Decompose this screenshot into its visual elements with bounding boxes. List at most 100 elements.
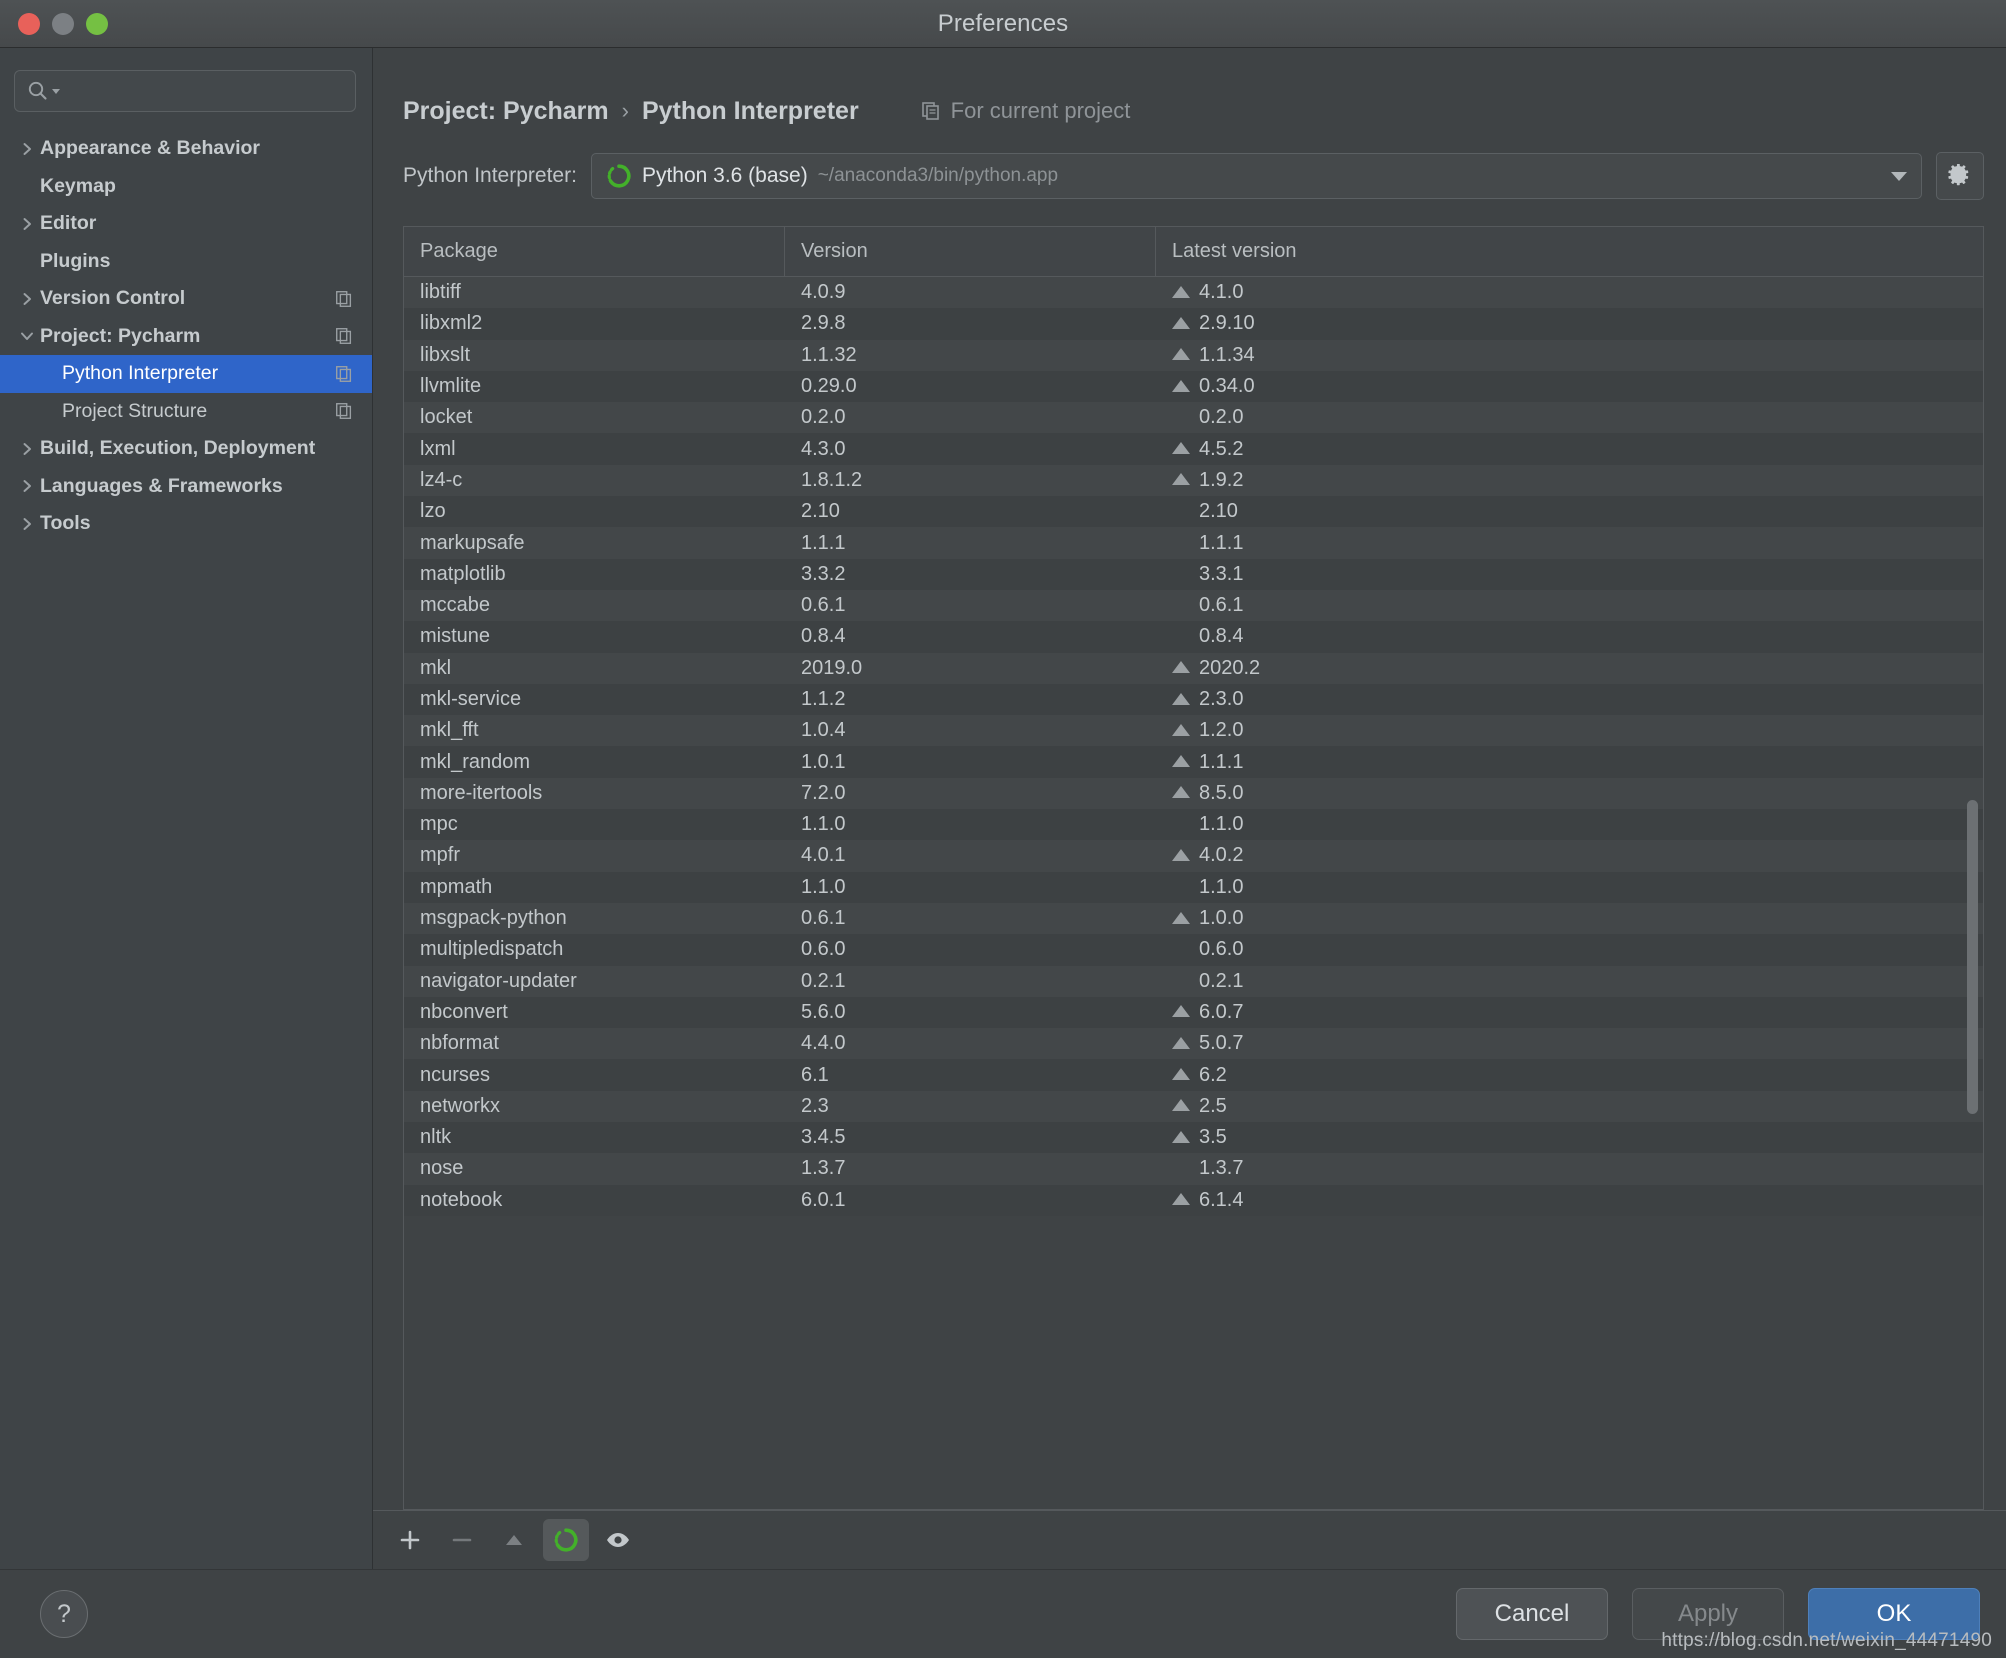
cell-latest-version: 2.3.0 bbox=[1156, 688, 1983, 711]
cell-package: mkl_random bbox=[420, 750, 531, 773]
sidebar-item-tools[interactable]: Tools bbox=[0, 505, 372, 543]
cell-package: lzo bbox=[420, 500, 446, 523]
zoom-button[interactable] bbox=[86, 12, 108, 35]
show-early-releases-button[interactable] bbox=[595, 1519, 641, 1561]
cell-package: libtiff bbox=[420, 281, 461, 304]
sidebar-item-editor[interactable]: Editor bbox=[0, 205, 372, 243]
table-row[interactable]: matplotlib 3.3.2 3.3.1 bbox=[404, 558, 1983, 590]
sidebar-item-keymap[interactable]: Keymap bbox=[0, 168, 372, 206]
cell-version: 0.8.4 bbox=[801, 625, 846, 648]
table-row[interactable]: llvmlite 0.29.0 0.34.0 bbox=[404, 370, 1983, 403]
table-row[interactable]: navigator-updater 0.2.1 0.2.1 bbox=[404, 965, 1983, 997]
cell-version: 2.10 bbox=[801, 500, 840, 523]
sidebar-item-label: Build, Execution, Deployment bbox=[40, 437, 316, 460]
table-row[interactable]: mkl-service 1.1.2 2.3.0 bbox=[404, 683, 1983, 716]
table-row[interactable]: mpfr 4.0.1 4.0.2 bbox=[404, 840, 1983, 872]
table-row[interactable]: lz4-c 1.8.1.2 1.9.2 bbox=[404, 464, 1983, 497]
table-row[interactable]: msgpack-python 0.6.1 1.0.0 bbox=[404, 902, 1983, 935]
cell-version: 2.3 bbox=[801, 1094, 829, 1117]
minimize-button[interactable] bbox=[52, 12, 74, 35]
chevron-right-icon[interactable] bbox=[14, 440, 40, 458]
cell-package: mkl-service bbox=[420, 688, 522, 710]
chevron-right-icon[interactable] bbox=[14, 140, 40, 158]
table-row[interactable]: libxml2 2.9.8 2.9.10 bbox=[404, 308, 1983, 340]
cell-package: mpc bbox=[420, 813, 458, 836]
cell-package: mccabe bbox=[420, 594, 491, 617]
sidebar-item-plugins[interactable]: Plugins bbox=[0, 243, 372, 281]
settings-sidebar: Appearance & Behavior Keymap Editor Plugins… bbox=[0, 48, 373, 1569]
close-button[interactable] bbox=[18, 12, 40, 35]
table-row[interactable]: mpc 1.1.0 1.1.0 bbox=[404, 809, 1983, 841]
breadcrumb-parent[interactable]: Project: Pycharm bbox=[403, 97, 609, 126]
table-row[interactable]: networkx 2.3 2.5 bbox=[404, 1090, 1983, 1123]
cell-package: ncurses bbox=[420, 1063, 491, 1086]
sidebar-item-python-interpreter[interactable]: Python Interpreter bbox=[0, 355, 372, 393]
search-box[interactable] bbox=[14, 70, 356, 112]
chevron-right-icon[interactable] bbox=[14, 515, 40, 533]
chevron-down-icon[interactable] bbox=[1877, 169, 1909, 183]
cell-latest-version: 4.1.0 bbox=[1156, 281, 1983, 304]
chevron-right-icon[interactable] bbox=[14, 290, 40, 308]
project-scope-icon bbox=[334, 326, 354, 346]
table-row[interactable]: lzo 2.10 2.10 bbox=[404, 496, 1983, 528]
cancel-button[interactable]: Cancel bbox=[1456, 1588, 1608, 1640]
table-row[interactable]: mkl 2019.0 2020.2 bbox=[404, 652, 1983, 684]
interpreter-settings-button[interactable] bbox=[1936, 152, 1984, 200]
column-header-package[interactable]: Package bbox=[404, 227, 785, 276]
table-row[interactable]: libtiff 4.0.9 4.1.0 bbox=[404, 277, 1983, 309]
upgrade-package-button[interactable] bbox=[491, 1519, 537, 1561]
chevron-right-icon bbox=[23, 292, 31, 305]
table-row[interactable]: nltk 3.4.5 3.5 bbox=[404, 1122, 1983, 1154]
upgrade-available-icon bbox=[1172, 911, 1190, 924]
table-row[interactable]: mkl_random 1.0.1 1.1.1 bbox=[404, 746, 1983, 778]
chevron-down-icon[interactable] bbox=[14, 327, 40, 345]
latest-version-text: 1.1.1 bbox=[1199, 750, 1244, 773]
chevron-down-icon bbox=[52, 89, 60, 94]
table-row[interactable]: nbconvert 5.6.0 6.0.7 bbox=[404, 996, 1983, 1029]
sidebar-item-appearance-behavior[interactable]: Appearance & Behavior bbox=[0, 130, 372, 168]
cell-version: 3.4.5 bbox=[801, 1126, 846, 1149]
search-input[interactable] bbox=[69, 80, 343, 102]
table-row[interactable]: lxml 4.3.0 4.5.2 bbox=[404, 433, 1983, 465]
help-button[interactable]: ? bbox=[40, 1590, 88, 1638]
add-package-button[interactable] bbox=[387, 1519, 433, 1561]
table-row[interactable]: multipledispatch 0.6.0 0.6.0 bbox=[404, 934, 1983, 966]
cell-version: 0.2.0 bbox=[801, 406, 846, 429]
sidebar-item-build-execution-deployment[interactable]: Build, Execution, Deployment bbox=[0, 430, 372, 468]
conda-status-button[interactable] bbox=[543, 1519, 589, 1561]
latest-version-text: 2.10 bbox=[1199, 500, 1238, 523]
interpreter-select[interactable]: Python 3.6 (base) ~/anaconda3/bin/python… bbox=[590, 153, 1922, 199]
cell-latest-version: 4.5.2 bbox=[1156, 438, 1983, 461]
column-header-version[interactable]: Version bbox=[785, 227, 1156, 276]
cell-latest-version: 0.2.1 bbox=[1156, 970, 1983, 993]
upgrade-available-icon bbox=[1172, 285, 1190, 298]
table-row[interactable]: nbformat 4.4.0 5.0.7 bbox=[404, 1028, 1983, 1060]
table-row[interactable]: mkl_fft 1.0.4 1.2.0 bbox=[404, 715, 1983, 747]
cell-package: markupsafe bbox=[420, 531, 525, 554]
table-row[interactable]: notebook 6.0.1 6.1.4 bbox=[404, 1184, 1983, 1216]
table-row[interactable]: nose 1.3.7 1.3.7 bbox=[404, 1153, 1983, 1185]
table-row[interactable]: locket 0.2.0 0.2.0 bbox=[404, 402, 1983, 434]
interpreter-path: ~/anaconda3/bin/python.app bbox=[817, 165, 1059, 186]
sidebar-item-project-pycharm[interactable]: Project: Pycharm bbox=[0, 318, 372, 356]
table-row[interactable]: mistune 0.8.4 0.8.4 bbox=[404, 621, 1983, 653]
cell-latest-version: 0.34.0 bbox=[1156, 375, 1983, 398]
packages-table-scrollbar[interactable] bbox=[1964, 276, 1980, 1509]
sidebar-item-languages-frameworks[interactable]: Languages & Frameworks bbox=[0, 468, 372, 506]
table-row[interactable]: mccabe 0.6.1 0.6.1 bbox=[404, 589, 1983, 622]
table-row[interactable]: more-itertools 7.2.0 8.5.0 bbox=[404, 777, 1983, 810]
sidebar-item-project-structure[interactable]: Project Structure bbox=[0, 393, 372, 431]
table-row[interactable]: markupsafe 1.1.1 1.1.1 bbox=[404, 527, 1983, 559]
table-row[interactable]: ncurses 6.1 6.2 bbox=[404, 1059, 1983, 1091]
table-row[interactable]: libxslt 1.1.32 1.1.34 bbox=[404, 339, 1983, 371]
chevron-right-icon[interactable] bbox=[14, 215, 40, 233]
remove-package-button[interactable] bbox=[439, 1519, 485, 1561]
cell-version: 0.2.1 bbox=[801, 969, 846, 992]
scrollbar-thumb[interactable] bbox=[1967, 800, 1978, 1114]
column-header-latest-version[interactable]: Latest version bbox=[1156, 227, 1983, 276]
chevron-right-icon bbox=[23, 517, 31, 530]
table-row[interactable]: mpmath 1.1.0 1.1.0 bbox=[404, 871, 1983, 903]
sidebar-item-version-control[interactable]: Version Control bbox=[0, 280, 372, 318]
project-scope-label: For current project bbox=[950, 98, 1131, 123]
chevron-right-icon[interactable] bbox=[14, 477, 40, 495]
